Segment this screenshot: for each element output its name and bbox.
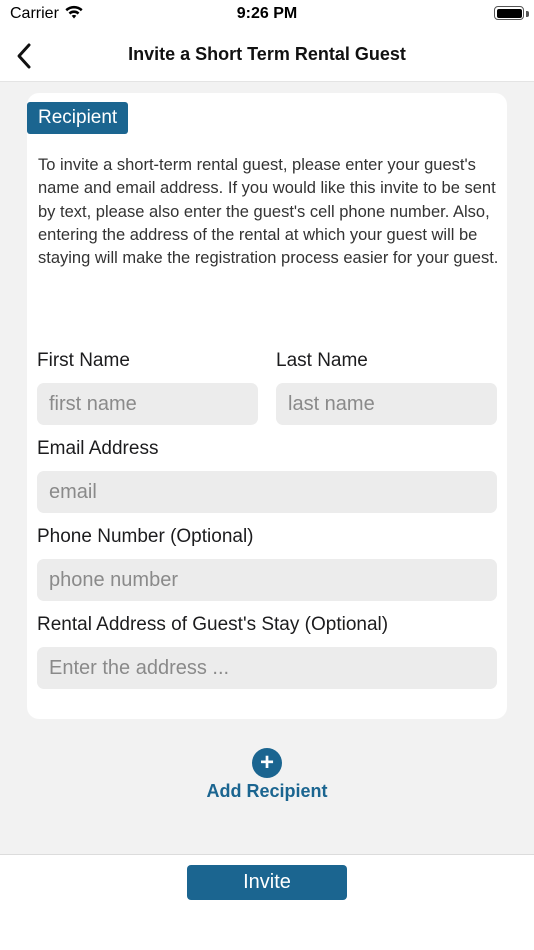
email-label: Email Address xyxy=(37,438,159,459)
battery-icon xyxy=(494,6,524,20)
navigation-bar: Invite a Short Term Rental Guest xyxy=(0,30,534,82)
plus-circle-icon: + xyxy=(252,748,282,778)
clock: 9:26 PM xyxy=(236,5,298,22)
recipient-card: Recipient To invite a short-term rental … xyxy=(27,93,507,719)
intro-text: To invite a short-term rental guest, ple… xyxy=(38,156,499,268)
invite-button[interactable]: Invite xyxy=(187,865,347,900)
status-bar: Carrier 9:26 PM xyxy=(0,0,534,30)
page-title: Invite a Short Term Rental Guest xyxy=(128,44,406,64)
bottom-action-bar: Invite xyxy=(0,854,534,950)
phone-input[interactable] xyxy=(37,559,497,601)
add-recipient-button[interactable]: + Add Recipient xyxy=(0,748,534,802)
last-name-label: Last Name xyxy=(276,350,368,371)
first-name-input[interactable] xyxy=(37,383,258,425)
address-label: Rental Address of Guest's Stay (Optional… xyxy=(37,614,389,635)
first-name-label: First Name xyxy=(37,350,130,371)
recipient-badge: Recipient xyxy=(27,102,129,134)
address-input[interactable] xyxy=(37,647,497,689)
phone-label: Phone Number (Optional) xyxy=(37,526,254,547)
battery-tip xyxy=(526,11,529,17)
add-recipient-label: Add Recipient xyxy=(206,781,328,801)
last-name-input[interactable] xyxy=(276,383,497,425)
email-input[interactable] xyxy=(37,471,497,513)
